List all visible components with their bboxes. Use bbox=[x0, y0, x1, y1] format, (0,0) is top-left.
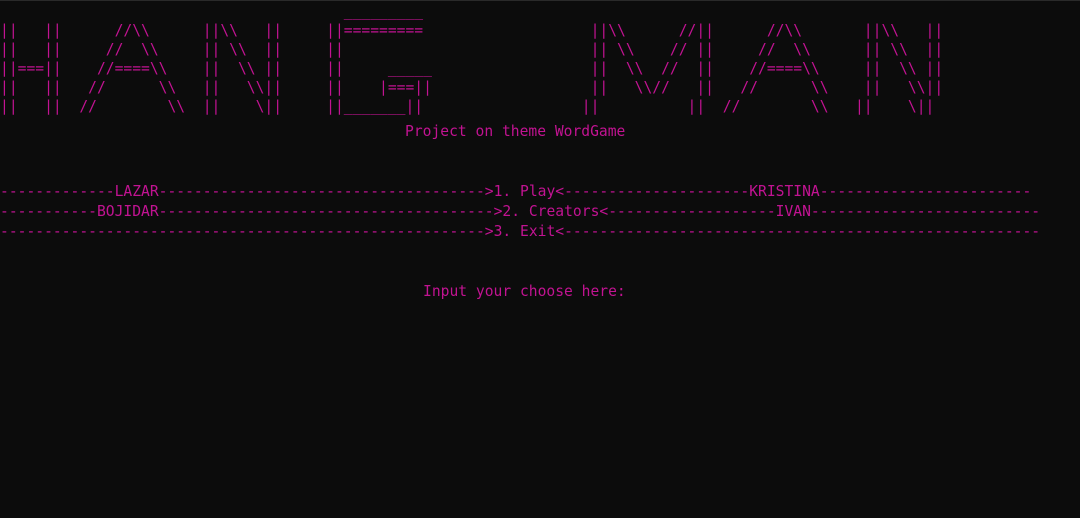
menu-option-creators: -----------BOJIDAR----------------------… bbox=[0, 203, 1041, 220]
banner-line: || || // \\ || \\ || || || \\ // || // \… bbox=[0, 41, 944, 58]
console-window: _________ || || //\\ ||\\ || ||=========… bbox=[0, 0, 1080, 518]
project-subtitle: Project on theme WordGame bbox=[405, 123, 626, 140]
banner-line: || || // \\ || \\|| || |===|| || \\// ||… bbox=[0, 79, 944, 96]
hangman-ascii-banner: _________ || || //\\ ||\\ || ||=========… bbox=[0, 2, 943, 116]
banner-line: || || // \\ || \|| ||_______|| || || // … bbox=[0, 98, 935, 115]
banner-line: ||===|| //====\\ || \\ || || _____ || \\… bbox=[0, 60, 944, 77]
text-cursor[interactable] bbox=[626, 294, 635, 296]
menu-option-exit: ----------------------------------------… bbox=[0, 223, 1041, 240]
input-prompt-label: Input your choose here: bbox=[423, 283, 626, 300]
input-prompt[interactable]: Input your choose here: bbox=[423, 282, 635, 302]
menu-option-play: -------------LAZAR----------------------… bbox=[0, 183, 1032, 200]
banner-line: || || //\\ ||\\ || ||========= ||\\ //||… bbox=[0, 22, 944, 39]
banner-line: _________ bbox=[0, 3, 424, 20]
